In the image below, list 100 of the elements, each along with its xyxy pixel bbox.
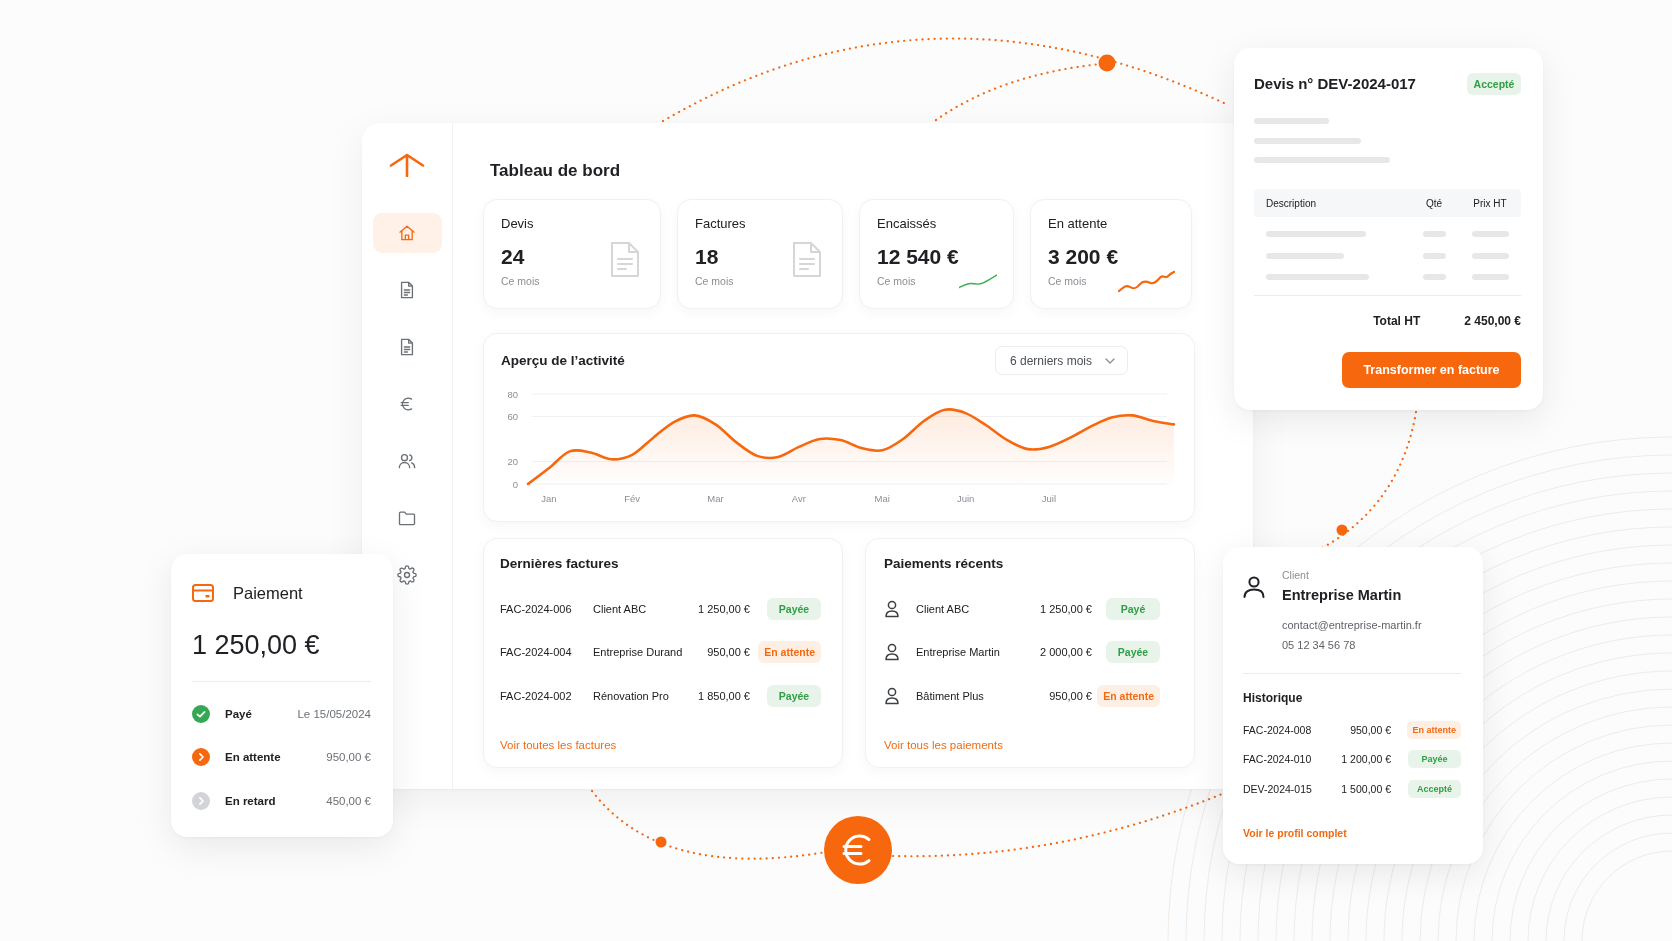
stat-caption: Ce mois <box>695 275 735 288</box>
stat-value: 18 <box>695 245 720 269</box>
axis-label: 0 <box>512 478 518 490</box>
connector-dot-icon <box>655 836 667 848</box>
status-badge: Accepté <box>1467 72 1521 95</box>
card-title: Paiement <box>233 583 303 603</box>
credit-card-icon <box>192 584 214 602</box>
placeholder-line <box>1422 274 1446 280</box>
step-label: Payé <box>225 707 253 720</box>
invoice-ref: FAC-2024-002 <box>500 689 573 702</box>
status-badge: Payée <box>767 597 821 620</box>
stat-value: 24 <box>501 245 526 269</box>
axis-label: Juil <box>1041 493 1057 504</box>
person-icon <box>1243 576 1265 598</box>
placeholder-line <box>1471 274 1509 280</box>
logo-icon <box>389 153 425 177</box>
invoice-ref: FAC-2024-006 <box>500 602 573 615</box>
client-label: Client <box>1282 569 1309 582</box>
stat-label: En attente <box>1048 216 1109 232</box>
stat-label: Factures <box>695 216 746 232</box>
step-label: En attente <box>225 751 282 764</box>
home-icon <box>397 223 417 243</box>
convert-button[interactable]: Transformer en facture <box>1342 352 1521 388</box>
status-badge: Payée <box>767 684 821 707</box>
quote-title: Devis n° DEV-2024-017 <box>1254 73 1416 94</box>
axis-label: 60 <box>507 411 518 422</box>
page-title: Tableau de bord <box>490 161 621 181</box>
invoice-ref: FAC-2024-004 <box>500 646 573 659</box>
axis-label: 20 <box>507 456 518 467</box>
amount: 1 250,00 € <box>1040 602 1092 615</box>
amount: 1 500,00 € <box>1341 782 1391 795</box>
folder-icon <box>397 508 417 528</box>
profile-link[interactable]: Voir le profil complet <box>1243 825 1347 840</box>
amount: 1 850,00 € <box>698 689 750 702</box>
client-name: Client ABC <box>593 602 648 615</box>
stat-caption: Ce mois <box>501 275 540 288</box>
status-badge: Payée <box>1106 641 1160 664</box>
client-name: Client ABC <box>916 602 971 615</box>
payment-amount: 1 250,00 € <box>192 629 320 661</box>
chevron-down-icon <box>1105 357 1115 364</box>
stat-label: Encaissés <box>877 216 938 232</box>
axis-label: Jan <box>541 493 557 504</box>
document-ref: FAC-2024-010 <box>1243 753 1313 766</box>
person-icon <box>884 599 900 618</box>
client-name: Entreprise Martin <box>1282 586 1402 604</box>
status-badge: Payé <box>1106 597 1160 620</box>
amount: 1 250,00 € <box>698 602 750 615</box>
stat-value: 12 540 € <box>877 245 959 269</box>
document-ref: DEV-2024-015 <box>1243 782 1313 795</box>
history-title: Historique <box>1243 691 1303 705</box>
column-header: Prix HT <box>1472 197 1508 209</box>
card-title: Paiements récents <box>884 556 1004 572</box>
document-ref: FAC-2024-008 <box>1243 723 1313 736</box>
column-header: Description <box>1266 197 1318 209</box>
axis-label: Fév <box>624 493 641 504</box>
axis-label: Juin <box>956 493 975 504</box>
axis-label: 80 <box>507 388 518 400</box>
stat-caption: Ce mois <box>1048 275 1088 288</box>
client-phone: 05 12 34 56 78 <box>1282 638 1356 652</box>
axis-label: Mar <box>707 493 724 504</box>
person-icon <box>884 643 900 662</box>
status-badge: Accepté <box>1408 779 1461 798</box>
column-header: Qté <box>1424 197 1444 209</box>
view-all-link[interactable]: Voir tous les paiements <box>884 737 1003 752</box>
person-icon <box>884 686 900 705</box>
client-name: Bâtiment Plus <box>916 689 985 702</box>
placeholder-line <box>1422 231 1446 237</box>
stat-caption: Ce mois <box>877 275 917 288</box>
card-title: Dernières factures <box>500 556 619 572</box>
stat-label: Devis <box>501 216 535 232</box>
amount: 950,00 € <box>1350 723 1391 736</box>
connector-dot-icon <box>1336 524 1348 536</box>
status-badge: Payée <box>1408 750 1461 769</box>
placeholder-line <box>1471 231 1509 237</box>
client-name: Entreprise Durand <box>593 646 684 659</box>
status-badge: En attente <box>1407 720 1461 739</box>
status-badge: En attente <box>1097 684 1160 707</box>
step-value: Le 15/05/2024 <box>297 707 371 720</box>
stat-value: 3 200 € <box>1048 245 1119 269</box>
status-badge: En attente <box>758 641 821 664</box>
client-name: Entreprise Martin <box>916 646 1001 659</box>
total-value: 2 450,00 € <box>1464 313 1521 330</box>
placeholder-line <box>1471 252 1509 259</box>
step-value: 450,00 € <box>326 794 371 807</box>
axis-label: Avr <box>791 493 806 504</box>
connector-dot-icon <box>1098 54 1116 72</box>
settings-icon <box>397 565 417 585</box>
users-icon <box>397 451 417 471</box>
total-label: Total HT <box>1373 313 1421 330</box>
view-all-link[interactable]: Voir toutes les factures <box>500 737 617 752</box>
client-name: Rénovation Pro <box>593 689 670 702</box>
document-icon <box>792 241 822 278</box>
step-value: 950,00 € <box>326 751 371 764</box>
axis-label: Mai <box>874 493 890 504</box>
sidebar-item[interactable] <box>394 562 420 588</box>
chart-title: Aperçu de l’activité <box>501 352 625 369</box>
placeholder-line <box>1422 252 1446 259</box>
client-email: contact@entreprise-martin.fr <box>1282 618 1422 632</box>
euro-coin-icon <box>824 816 892 884</box>
period-dropdown[interactable]: 6 derniers mois <box>995 346 1128 375</box>
